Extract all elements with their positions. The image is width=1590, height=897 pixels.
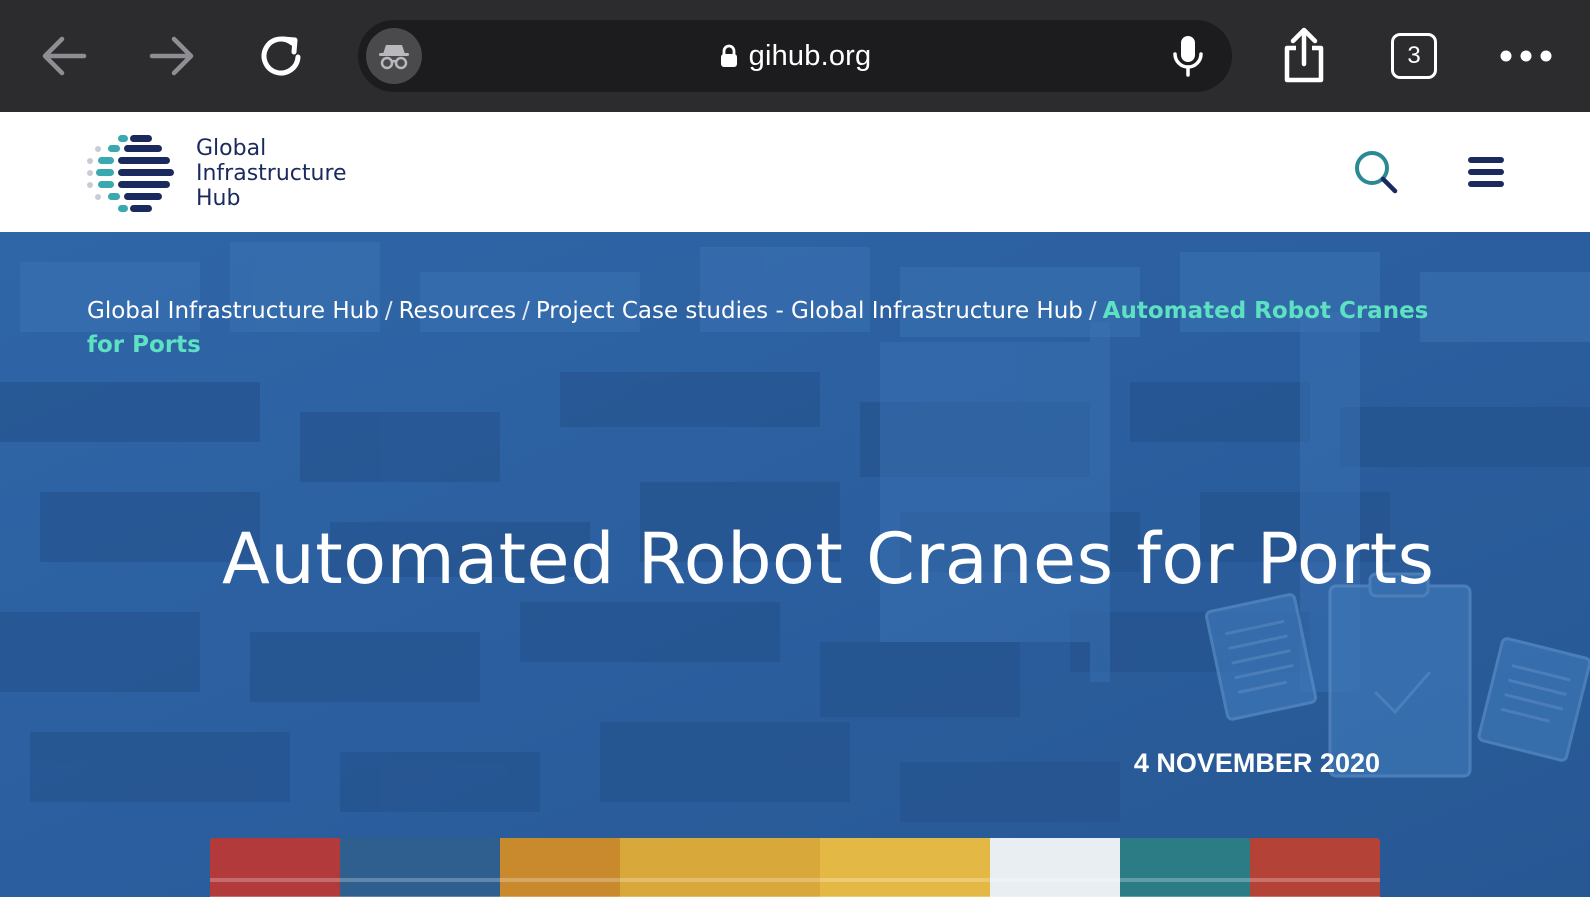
address-bar[interactable]: gihub.org <box>358 20 1232 92</box>
arrow-left-icon <box>42 36 87 76</box>
site-menu-button[interactable] <box>1458 144 1514 200</box>
share-button[interactable] <box>1272 24 1336 88</box>
forward-button[interactable] <box>140 24 204 88</box>
microphone-icon <box>1173 36 1203 77</box>
gih-logo-mark-icon <box>87 135 174 212</box>
incognito-icon <box>379 45 409 70</box>
hamburger-menu-icon <box>1468 157 1504 187</box>
breadcrumb-item-case-studies[interactable]: Project Case studies - Global Infrastruc… <box>536 298 1083 324</box>
reload-icon <box>261 36 301 76</box>
more-dots-icon <box>1500 50 1552 62</box>
arrow-right-icon <box>149 36 194 76</box>
more-options-button[interactable] <box>1494 24 1558 88</box>
back-button[interactable] <box>32 24 96 88</box>
search-icon <box>1355 151 1398 194</box>
breadcrumb-separator: / <box>384 298 393 324</box>
tab-switcher-button[interactable]: 3 <box>1382 24 1446 88</box>
logo-line-3: Hub <box>196 185 241 211</box>
logo-line-1: Global <box>196 135 267 161</box>
url-text: gihub.org <box>748 39 872 72</box>
breadcrumb-separator: / <box>522 298 530 324</box>
reload-button[interactable] <box>250 24 314 88</box>
logo-wordmark: Global Infrastructure Hub <box>196 136 347 211</box>
lock-icon <box>720 44 737 67</box>
article-hero: Global Infrastructure Hub / Resources / Proj… <box>0 232 1590 897</box>
share-icon <box>1284 27 1324 83</box>
site-search-button[interactable] <box>1348 144 1404 200</box>
breadcrumb-item-home[interactable]: Global Infrastructure Hub <box>87 298 379 324</box>
tab-count-badge: 3 <box>1391 33 1437 79</box>
incognito-badge[interactable] <box>366 28 422 84</box>
article-feature-image <box>210 838 1380 897</box>
page-title: Automated Robot Cranes for Ports <box>222 518 1435 600</box>
site-logo[interactable]: Global Infrastructure Hub <box>86 130 347 216</box>
voice-search-button[interactable] <box>1162 30 1214 82</box>
breadcrumb: Global Infrastructure Hub / Resources / Proj… <box>87 294 1467 362</box>
breadcrumb-separator: / <box>1088 298 1097 324</box>
browser-toolbar: gihub.org 3 <box>0 0 1590 112</box>
site-header: Global Infrastructure Hub <box>0 112 1590 232</box>
publish-date: 4 NOVEMBER 2020 <box>1133 748 1380 778</box>
breadcrumb-item-resources[interactable]: Resources <box>399 298 516 324</box>
logo-line-2: Infrastructure <box>196 160 347 186</box>
